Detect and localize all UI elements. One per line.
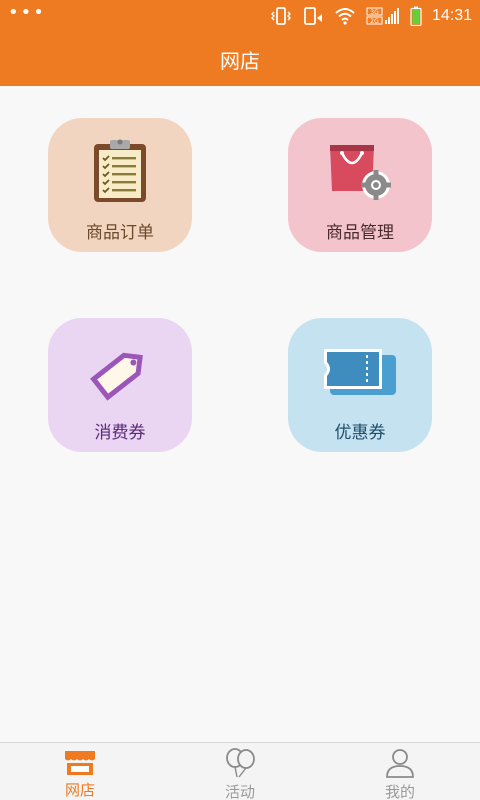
notification-dots-icon: ••• — [8, 2, 46, 23]
status-bar: ••• 3G 2G 14:31 — [0, 0, 480, 32]
consumption-voucher-button[interactable]: 消费券 — [48, 318, 192, 452]
title-bar: 网店 — [0, 32, 480, 86]
balloons-icon — [226, 748, 255, 778]
ticket-icon — [324, 349, 396, 395]
nav-item-activities[interactable]: 活动 — [160, 743, 320, 800]
battery-icon — [410, 6, 422, 26]
tag-icon — [90, 352, 143, 401]
nav-label-shop: 网店 — [64, 781, 95, 799]
bottom-nav: 网店 活动 我的 — [0, 742, 480, 800]
cellular-signal-icon: 3G 2G — [366, 7, 399, 25]
consumption-voucher-label: 消费券 — [94, 423, 146, 443]
clock: 14:31 — [431, 7, 472, 24]
product-orders-label: 商品订单 — [86, 223, 154, 243]
storefront-icon — [65, 751, 95, 775]
svg-text:3G: 3G — [370, 9, 379, 16]
vibrate-icon — [270, 7, 291, 25]
page-title: 网店 — [220, 48, 260, 73]
product-management-button[interactable]: 商品管理 — [288, 118, 432, 252]
main-content: 商品订单 商品管理 消费券 优惠券 — [0, 86, 480, 742]
nav-label-activities: 活动 — [224, 783, 255, 800]
svg-text:2G: 2G — [370, 18, 379, 25]
nav-label-mine: 我的 — [384, 783, 415, 800]
product-orders-button[interactable]: 商品订单 — [48, 118, 192, 252]
phone-signal-icon — [304, 7, 322, 25]
product-management-label: 商品管理 — [326, 223, 394, 243]
nav-item-mine[interactable]: 我的 — [320, 743, 480, 800]
user-icon — [386, 749, 414, 778]
nav-item-shop[interactable]: 网店 — [0, 743, 160, 800]
discount-coupon-label: 优惠券 — [334, 423, 386, 443]
clipboard-icon — [94, 139, 146, 202]
discount-coupon-button[interactable]: 优惠券 — [288, 318, 432, 452]
shopping-bag-gear-icon — [330, 145, 391, 200]
status-icons: 3G 2G 14:31 — [270, 6, 472, 26]
wifi-icon — [335, 8, 355, 25]
